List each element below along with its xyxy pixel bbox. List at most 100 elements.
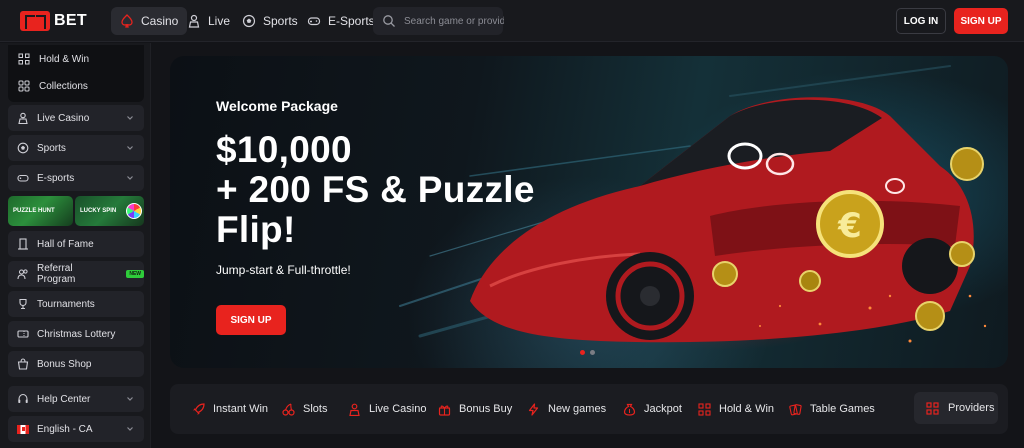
grid-dots-icon: [18, 53, 30, 65]
canada-flag-icon: [17, 424, 29, 434]
hero-title-line: + 200 FS & Puzzle: [216, 169, 535, 210]
cards-icon: [789, 403, 802, 416]
chevron-down-icon: [127, 116, 133, 120]
category-live-casino[interactable]: Live Casino: [348, 401, 426, 417]
collections-icon: [18, 80, 30, 92]
sidebar-subitem-hold-win[interactable]: Hold & Win: [18, 49, 89, 69]
nav-label: Live: [208, 14, 231, 28]
category-jackpot[interactable]: Jackpot: [623, 401, 682, 417]
signup-button[interactable]: SIGN UP: [954, 8, 1008, 34]
promo-label: LUCKY SPIN: [80, 208, 117, 214]
sidebar: Hold & Win Collections Live Casino Sport…: [0, 43, 151, 448]
chevron-down-icon: [127, 397, 133, 401]
category-hold-win[interactable]: Hold & Win: [698, 401, 774, 417]
trophy-icon: [17, 298, 29, 310]
dealer-icon: [348, 403, 361, 416]
nav-live[interactable]: Live: [178, 7, 239, 35]
users-icon: [17, 268, 29, 280]
sidebar-item-christmas-lottery[interactable]: Christmas Lottery: [8, 321, 144, 347]
sidebar-item-label: Referral Program: [37, 263, 76, 285]
hall-icon: [17, 238, 29, 250]
carousel-dots: [580, 350, 595, 355]
sidebar-item-label: Bonus Shop: [37, 358, 92, 370]
search-box[interactable]: [373, 7, 504, 35]
category-bonus-buy[interactable]: Bonus Buy: [438, 401, 512, 417]
spade-icon: [120, 14, 134, 28]
sidebar-item-label: Help Center: [37, 393, 91, 405]
category-label: Slots: [303, 403, 328, 415]
sidebar-item-bonus-shop[interactable]: Bonus Shop: [8, 351, 144, 377]
search-icon: [382, 14, 396, 28]
rocket-icon: [192, 402, 205, 416]
carousel-dot[interactable]: [590, 350, 595, 355]
bonus-buy-icon: [438, 403, 451, 416]
language-label: English - CA: [37, 423, 93, 435]
nav-casino[interactable]: Casino: [111, 7, 188, 35]
soccer-ball-icon: [17, 142, 29, 154]
new-badge: NEW: [126, 270, 144, 278]
logo[interactable]: BET: [20, 10, 87, 32]
logo-mark-icon: [20, 11, 50, 31]
ticket-icon: [17, 328, 29, 340]
sidebar-item-label: Live Casino: [37, 112, 90, 124]
providers-button[interactable]: Providers: [914, 392, 998, 424]
sidebar-item-sports[interactable]: Sports: [8, 135, 144, 161]
gamepad-icon: [307, 14, 321, 28]
grid-icon: [926, 401, 939, 415]
sidebar-subitem-collections[interactable]: Collections: [18, 76, 88, 96]
category-instant-win[interactable]: Instant Win: [192, 401, 268, 417]
sidebar-item-hall-of-fame[interactable]: Hall of Fame: [8, 231, 144, 257]
category-slots[interactable]: Slots: [282, 401, 327, 417]
hero-banner[interactable]: € Welcome Package $10,000 + 200 FS & Puz…: [170, 56, 1008, 368]
hero-subtitle: Jump-start & Full-throttle!: [216, 263, 351, 277]
nav-label: Sports: [263, 14, 298, 28]
providers-label: Providers: [948, 402, 995, 414]
cherries-icon: [282, 402, 295, 416]
category-label: Table Games: [810, 403, 875, 415]
nav-esports[interactable]: E-Sports: [298, 7, 384, 35]
hero-title-line: $10,000: [216, 129, 352, 170]
sidebar-item-esports[interactable]: E-sports: [8, 165, 144, 191]
wheel-icon: [126, 203, 142, 219]
hero-signup-button[interactable]: SIGN UP: [216, 305, 286, 335]
lightning-icon: [527, 402, 540, 416]
sidebar-item-referral[interactable]: Referral Program NEW: [8, 261, 144, 287]
nav-sports[interactable]: Sports: [233, 7, 307, 35]
nav-label: E-Sports: [328, 14, 375, 28]
soccer-ball-icon: [242, 14, 256, 28]
grid-dots-icon: [698, 402, 711, 416]
language-selector[interactable]: English - CA: [8, 416, 144, 442]
category-table-games[interactable]: Table Games: [789, 401, 875, 417]
sidebar-item-tournaments[interactable]: Tournaments: [8, 291, 144, 317]
dealer-icon: [187, 14, 201, 28]
hero-title: $10,000 + 200 FS & Puzzle Flip!: [216, 130, 636, 250]
category-label: Bonus Buy: [459, 403, 513, 415]
headset-icon: [17, 393, 29, 405]
logo-text: BET: [54, 12, 87, 29]
sidebar-item-label: Hall of Fame: [37, 238, 94, 250]
category-bar: Instant Win Slots Live Casino Bonus Buy …: [170, 384, 1008, 434]
category-label: New games: [548, 403, 607, 415]
top-bar: BET Casino Live Sports E-Sports LOG IN S…: [0, 0, 1024, 42]
promo-lucky-spin[interactable]: LUCKY SPIN: [75, 196, 144, 226]
hero-label: Welcome Package: [216, 98, 338, 114]
sidebar-subitem-label: Collections: [39, 80, 88, 92]
sidebar-item-live-casino[interactable]: Live Casino: [8, 105, 144, 131]
sidebar-item-label: E-sports: [37, 172, 75, 184]
search-input[interactable]: [404, 15, 504, 27]
promo-row: PUZZLE HUNT LUCKY SPIN: [8, 196, 144, 226]
sidebar-submenu: Hold & Win Collections: [8, 45, 144, 102]
shop-icon: [17, 358, 29, 370]
sidebar-subitem-label: Hold & Win: [39, 53, 90, 65]
category-new-games[interactable]: New games: [527, 401, 606, 417]
chevron-down-icon: [127, 176, 133, 180]
carousel-dot[interactable]: [580, 350, 585, 355]
chevron-down-icon: [127, 427, 133, 431]
login-button[interactable]: LOG IN: [896, 8, 946, 34]
sidebar-item-help-center[interactable]: Help Center: [8, 386, 144, 412]
category-label: Instant Win: [213, 403, 269, 415]
sidebar-item-label: Tournaments: [37, 298, 95, 310]
promo-puzzle-hunt[interactable]: PUZZLE HUNT: [8, 196, 73, 226]
category-label: Hold & Win: [719, 403, 775, 415]
chevron-down-icon: [127, 146, 133, 150]
